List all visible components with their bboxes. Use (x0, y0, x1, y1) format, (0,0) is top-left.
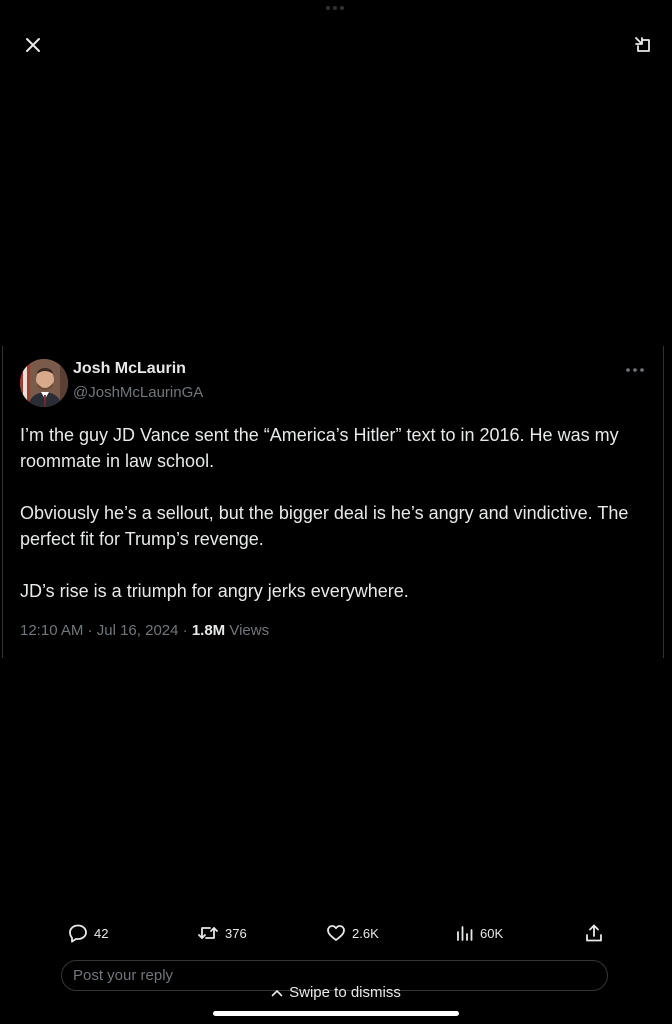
share-icon (586, 924, 602, 942)
tweet-text: I’m the guy JD Vance sent the “America’s… (20, 422, 650, 604)
share-button[interactable] (584, 922, 604, 944)
swipe-hint-label: Swipe to dismiss (289, 984, 401, 1001)
views-icon (457, 926, 473, 941)
tweet-time[interactable]: 12:10 AM (20, 622, 83, 639)
tweet-date[interactable]: Jul 16, 2024 (97, 622, 179, 639)
action-bar: 42 376 2.6K 60K (0, 922, 672, 946)
more-icon (626, 368, 644, 372)
views-count: 1.8M (191, 622, 226, 639)
reply-icon (69, 924, 87, 943)
expand-icon (635, 37, 650, 52)
drag-dot (333, 6, 337, 10)
tweet-card: Josh McLaurin @JoshMcLaurinGA I’m the gu… (2, 346, 664, 658)
views-label: Views (229, 622, 270, 639)
views-button[interactable]: 60K (456, 922, 503, 944)
chevron-up-icon (271, 990, 283, 997)
drag-dot (326, 6, 330, 10)
swipe-hint[interactable]: Swipe to dismiss (0, 984, 672, 1001)
like-count: 2.6K (352, 925, 379, 941)
author-name[interactable]: Josh McLaurin (73, 360, 186, 378)
heart-icon (327, 925, 345, 941)
tweet-paragraph: JD’s rise is a triumph for angry jerks e… (20, 581, 409, 601)
reply-button[interactable]: 42 (68, 922, 108, 944)
meta-separator: · (182, 622, 188, 639)
retweet-icon (198, 927, 218, 939)
author-handle[interactable]: @JoshMcLaurinGA (73, 384, 203, 401)
more-options-button[interactable] (623, 362, 647, 378)
views-action-count: 60K (480, 925, 504, 941)
close-icon (26, 38, 40, 52)
tweet-meta: 12:10 AM · Jul 16, 2024 · 1.8M Views (20, 622, 269, 639)
reply-count: 42 (94, 925, 109, 941)
drag-dot (340, 6, 344, 10)
home-indicator[interactable] (213, 1011, 459, 1016)
avatar-image (20, 359, 68, 407)
retweet-count: 376 (225, 925, 247, 941)
tweet-paragraph: I’m the guy JD Vance sent the “America’s… (20, 425, 619, 471)
drag-handle[interactable] (326, 6, 344, 10)
meta-separator: · (87, 622, 93, 639)
expand-button[interactable] (632, 34, 654, 56)
close-button[interactable] (22, 34, 44, 56)
tweet-paragraph: Obviously he’s a sellout, but the bigger… (20, 503, 629, 549)
like-button[interactable]: 2.6K (326, 922, 379, 944)
avatar[interactable] (20, 359, 68, 407)
retweet-button[interactable]: 376 (197, 922, 247, 944)
